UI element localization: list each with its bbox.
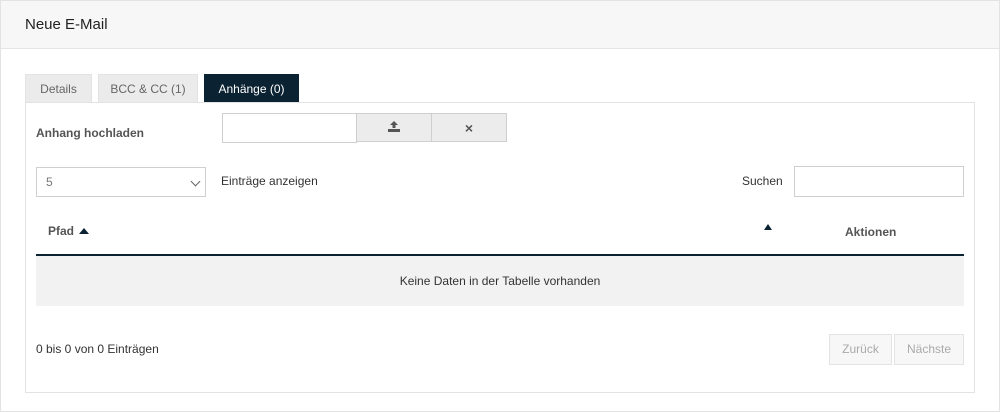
sort-asc-icon [79,228,90,234]
column-header-path[interactable]: Pfad [48,224,90,238]
table-empty-row: Keine Daten in der Tabelle vorhanden [36,256,964,306]
search-label: Suchen [742,174,783,188]
column-header-path-label: Pfad [48,224,75,238]
page-size-select[interactable]: 5 [36,167,206,197]
page-size-value: 5 [46,175,53,189]
table-info: 0 bis 0 von 0 Einträgen [36,342,159,356]
upload-button[interactable] [356,113,432,142]
upload-label: Anhang hochladen [36,126,144,140]
sort-asc-icon[interactable] [764,224,772,230]
page-size-label: Einträge anzeigen [221,174,318,188]
page-title: Neue E-Mail [25,16,108,33]
upload-file-field[interactable] [222,113,357,143]
pagination-previous-button[interactable]: Zurück [829,334,892,365]
panel-header: Neue E-Mail [1,1,999,49]
clear-upload-button[interactable]: × [431,113,507,142]
column-header-actions: Aktionen [845,225,897,239]
search-input[interactable] [794,166,964,197]
tab-attachments[interactable]: Anhänge (0) [204,74,299,103]
close-icon: × [464,119,474,136]
pagination-next-button[interactable]: Nächste [894,334,964,365]
tab-details[interactable]: Details [25,74,92,103]
chevron-down-icon [190,176,201,187]
tab-bcc-cc[interactable]: BCC & CC (1) [98,74,198,103]
upload-icon [388,119,400,137]
